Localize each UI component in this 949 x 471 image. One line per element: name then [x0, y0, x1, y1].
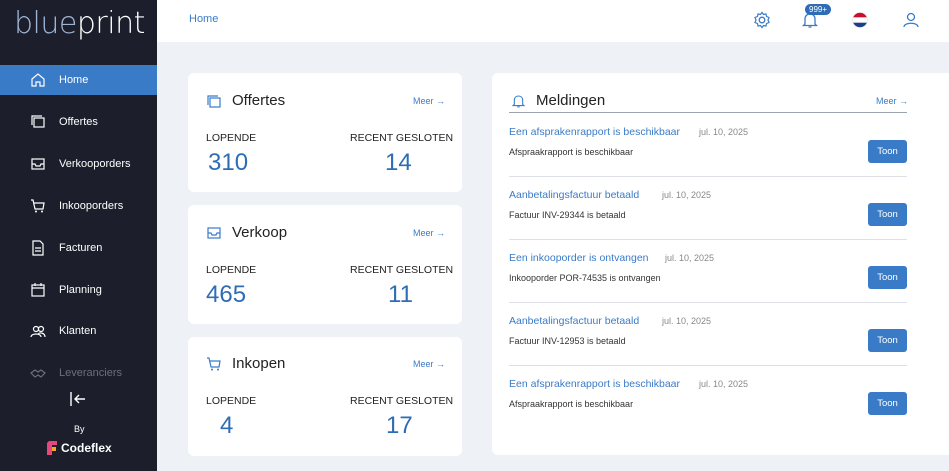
sidebar: blueprint Home Offertes Verkooporders In…: [0, 0, 157, 471]
sidebar-item-label: Home: [59, 74, 89, 86]
handshake-icon: [30, 369, 46, 378]
open-label: LOPENDE: [206, 264, 257, 276]
calendar-icon: [31, 283, 45, 297]
open-value[interactable]: 4: [220, 412, 233, 440]
sidebar-item-label: Facturen: [59, 242, 103, 254]
sidebar-item-verkooporders[interactable]: Verkooporders: [0, 149, 157, 179]
user-icon[interactable]: [902, 11, 920, 29]
document-icon: [32, 240, 44, 256]
closed-label: RECENT GESLOTEN: [350, 264, 454, 276]
divider: [509, 112, 907, 113]
inbox-icon: [31, 158, 45, 170]
sidebar-item-label: Planning: [59, 284, 102, 296]
sidebar-item-inkooporders[interactable]: Inkooporders: [0, 191, 157, 221]
copy-icon: [207, 95, 221, 108]
open-value[interactable]: 465: [206, 281, 246, 309]
meer-link[interactable]: Meer →: [413, 228, 445, 238]
notification-date: jul. 10, 2025: [699, 379, 749, 389]
meer-link[interactable]: Meer →: [413, 96, 445, 106]
notification-desc: Factuur INV-12953 is betaald: [509, 336, 626, 346]
sidebar-item-home[interactable]: Home: [0, 65, 157, 95]
divider: [509, 239, 907, 240]
bell-icon: [511, 95, 526, 108]
toon-button[interactable]: Toon: [868, 329, 907, 352]
notification-badge: 999+: [805, 4, 832, 15]
card-title: Inkopen: [232, 355, 286, 372]
divider: [509, 176, 907, 177]
closed-label: RECENT GESLOTEN: [350, 395, 454, 407]
sidebar-item-offertes[interactable]: Offertes: [0, 107, 157, 137]
sidebar-item-label: Offertes: [59, 116, 98, 128]
open-label: LOPENDE: [206, 395, 257, 407]
open-label: LOPENDE: [206, 132, 257, 144]
breadcrumb[interactable]: Home: [189, 13, 218, 25]
sidebar-item-facturen[interactable]: Facturen: [0, 233, 157, 263]
notification-title[interactable]: Een afsprakenrapport is beschikbaar: [509, 126, 680, 138]
closed-value[interactable]: 11: [388, 281, 413, 309]
users-icon: [30, 325, 46, 338]
notification-title[interactable]: Aanbetalingsfactuur betaald: [509, 189, 639, 201]
notification-desc: Afspraakrapport is beschikbaar: [509, 399, 634, 409]
sidebar-item-label: Verkooporders: [59, 158, 131, 170]
notification-title[interactable]: Aanbetalingsfactuur betaald: [509, 315, 639, 327]
notification-title[interactable]: Een afsprakenrapport is beschikbaar: [509, 378, 680, 390]
notifications-title: Meldingen: [536, 92, 606, 109]
by-label: By: [74, 424, 85, 434]
notification-date: jul. 10, 2025: [699, 127, 749, 137]
codeflex-name: Codeflex: [61, 441, 112, 455]
meer-link[interactable]: Meer →: [413, 359, 445, 369]
dutch-flag-icon[interactable]: [852, 12, 868, 28]
sidebar-item-leveranciers[interactable]: Leveranciers: [0, 358, 157, 388]
codeflex-logo-icon: [47, 441, 57, 455]
cart-icon: [31, 199, 45, 213]
codeflex-brand: Codeflex: [46, 440, 112, 456]
sidebar-item-planning[interactable]: Planning: [0, 275, 157, 305]
sidebar-item-label: Klanten: [59, 325, 97, 337]
copy-icon: [31, 115, 45, 128]
divider: [509, 302, 907, 303]
open-value[interactable]: 310: [208, 149, 248, 177]
sidebar-item-label: Leveranciers: [59, 367, 122, 379]
sidebar-item-label: Inkooporders: [59, 200, 124, 212]
inbox-icon: [207, 227, 221, 239]
notification-desc: Factuur INV-29344 is betaald: [509, 210, 626, 220]
notification-date: jul. 10, 2025: [665, 253, 715, 263]
toon-button[interactable]: Toon: [868, 140, 907, 163]
closed-label: RECENT GESLOTEN: [350, 132, 454, 144]
toon-button[interactable]: Toon: [868, 203, 907, 226]
divider: [509, 365, 907, 366]
notification-date: jul. 10, 2025: [662, 316, 712, 326]
cart-icon: [207, 357, 221, 371]
toon-button[interactable]: Toon: [868, 392, 907, 415]
card-title: Verkoop: [232, 224, 288, 241]
logo[interactable]: blueprint: [14, 6, 145, 41]
gear-icon[interactable]: [753, 11, 771, 29]
closed-value[interactable]: 14: [385, 149, 412, 177]
meer-link[interactable]: Meer →: [876, 96, 908, 106]
notification-date: jul. 10, 2025: [662, 190, 712, 200]
notification-desc: Afspraakrapport is beschikbaar: [509, 147, 634, 157]
toon-button[interactable]: Toon: [868, 266, 907, 289]
sidebar-item-klanten[interactable]: Klanten: [0, 316, 157, 346]
notification-title[interactable]: Een inkooporder is ontvangen: [509, 252, 649, 264]
home-icon: [31, 73, 45, 87]
collapse-sidebar-icon[interactable]: [69, 391, 87, 407]
closed-value[interactable]: 17: [386, 412, 413, 440]
notification-desc: Inkooporder POR-74535 is ontvangen: [509, 273, 661, 283]
card-title: Offertes: [232, 92, 286, 109]
